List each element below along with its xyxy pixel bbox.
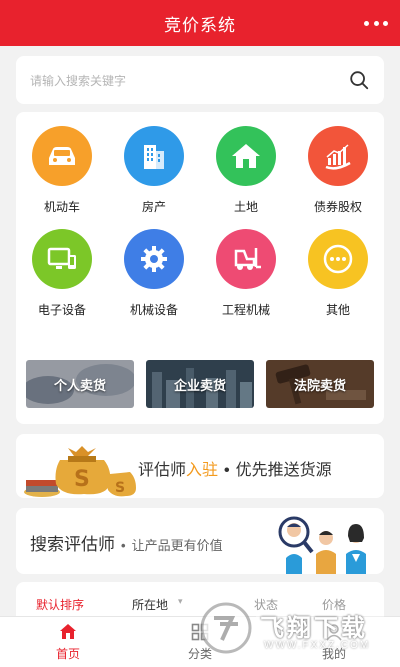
category-construction-machinery[interactable]: 工程机械 bbox=[200, 229, 292, 318]
seller-court-label: 法院卖货 bbox=[293, 377, 346, 393]
svg-text:S: S bbox=[115, 480, 125, 496]
search-icon[interactable] bbox=[348, 69, 370, 91]
appraiser-join-text: 评估师入驻 • 优先推送货源 bbox=[138, 456, 332, 480]
category-grid: 机动车 房产 土地 债券股权 电子设备 机械设备 工程机械 其他 bbox=[16, 126, 384, 318]
watermark-url: WWW.FXXZ.COM bbox=[264, 640, 371, 651]
svg-text:S: S bbox=[74, 467, 90, 492]
category-electronics[interactable]: 电子设备 bbox=[16, 229, 108, 318]
category-label: 其他 bbox=[325, 303, 350, 317]
category-label: 电子设备 bbox=[37, 303, 86, 317]
seller-personal-label: 个人卖货 bbox=[53, 377, 106, 393]
tab-label: 首页 bbox=[55, 647, 80, 661]
money-bag-icon: S S bbox=[24, 446, 136, 497]
house-icon bbox=[216, 126, 276, 186]
car-icon bbox=[32, 126, 92, 186]
category-label: 房产 bbox=[141, 200, 166, 214]
seller-enterprise-banner[interactable]: 企业卖货 bbox=[146, 360, 254, 408]
category-real-estate[interactable]: 房产 bbox=[108, 126, 200, 215]
banner-highlight: 评估师 bbox=[64, 535, 115, 554]
category-label: 土地 bbox=[233, 200, 258, 214]
category-machinery[interactable]: 机械设备 bbox=[108, 229, 200, 318]
banner-separator: • bbox=[224, 462, 230, 479]
chevron-down-icon: ▾ bbox=[178, 596, 183, 606]
category-panel: 机动车 房产 土地 债券股权 电子设备 机械设备 工程机械 其他 个人卖货 企业… bbox=[16, 112, 384, 424]
watermark-text: 飞翔下载 bbox=[260, 615, 368, 642]
search-box[interactable]: 请输入搜索关键字 bbox=[16, 56, 384, 104]
home-icon bbox=[60, 624, 76, 639]
monitor-phone-icon bbox=[32, 229, 92, 289]
appraiser-join-banner[interactable]: S S 评估师入驻 • 优先推送货源 bbox=[16, 434, 384, 498]
banner-highlight: 入驻 bbox=[186, 462, 219, 479]
category-label: 机械设备 bbox=[129, 303, 178, 317]
ellipsis-icon bbox=[308, 229, 368, 289]
category-other[interactable]: 其他 bbox=[292, 229, 384, 318]
sort-default[interactable]: 默认排序 bbox=[36, 596, 84, 613]
category-motor-vehicle[interactable]: 机动车 bbox=[16, 126, 108, 215]
category-land[interactable]: 土地 bbox=[200, 126, 292, 215]
forklift-icon bbox=[216, 229, 276, 289]
category-bonds-equity[interactable]: 债券股权 bbox=[292, 126, 384, 215]
search-appraiser-banner[interactable]: 搜索评估师 • 让产品更有价值 bbox=[16, 508, 384, 574]
seller-enterprise-label: 企业卖货 bbox=[173, 377, 226, 393]
stock-chart-icon bbox=[308, 126, 368, 186]
banner-text-part: 让产品更有价值 bbox=[131, 538, 223, 553]
seller-court-banner[interactable]: 法院卖货 bbox=[266, 360, 374, 408]
banner-text-part: 优先推送货源 bbox=[235, 462, 332, 479]
category-label: 机动车 bbox=[43, 200, 80, 214]
sort-location[interactable]: 所在地 bbox=[132, 596, 168, 613]
page-title: 竞价系统 bbox=[164, 15, 236, 35]
gear-icon bbox=[124, 229, 184, 289]
category-label: 工程机械 bbox=[221, 303, 270, 317]
banner-text-part: 评估师 bbox=[138, 462, 187, 479]
tab-home[interactable]: 首页 bbox=[38, 623, 98, 662]
appraisers-illustration bbox=[278, 516, 366, 574]
seller-personal-banner[interactable]: 个人卖货 bbox=[26, 360, 134, 408]
search-input[interactable]: 请输入搜索关键字 bbox=[30, 72, 348, 89]
banner-separator: • bbox=[121, 538, 126, 553]
search-appraiser-text: 搜索评估师 • 让产品更有价值 bbox=[30, 530, 223, 555]
more-dots-icon[interactable] bbox=[364, 12, 388, 34]
watermark-logo: 飞翔下载 WWW.FXXZ.COM bbox=[198, 594, 398, 664]
banner-text-part: 搜索 bbox=[30, 535, 64, 554]
category-label: 债券股权 bbox=[313, 200, 362, 214]
building-icon bbox=[124, 126, 184, 186]
seller-type-row: 个人卖货 企业卖货 法院卖货 bbox=[26, 360, 374, 408]
app-header: 竞价系统 bbox=[0, 0, 400, 46]
